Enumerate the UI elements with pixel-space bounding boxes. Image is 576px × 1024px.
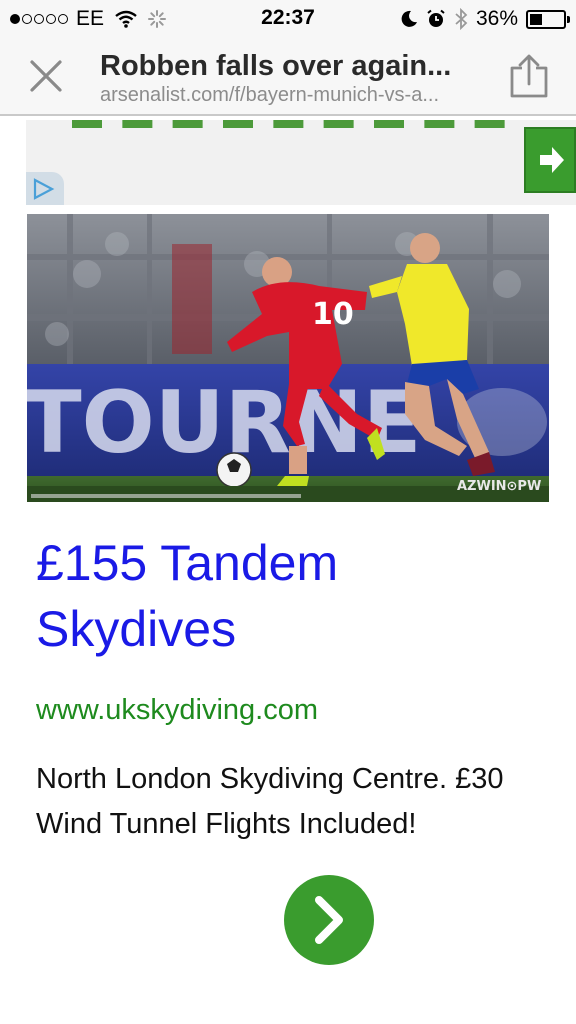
chevron-right-icon — [315, 896, 343, 944]
ad-headline[interactable]: £155 Tandem Skydives — [36, 530, 536, 662]
go-button[interactable] — [284, 875, 374, 965]
adchoices-icon[interactable] — [26, 172, 64, 205]
page-url[interactable]: arsenalist.com/f/bayern-munich-vs-a... — [100, 84, 490, 107]
status-bar: EE 22:37 36% — [0, 0, 576, 38]
football-scene: TOURNE 10 AZWIN⊙PW — [27, 214, 549, 502]
ad-arrow-button[interactable] — [524, 127, 576, 193]
battery-fill — [530, 13, 542, 25]
browser-header: Robben falls over again... arsenalist.co… — [0, 38, 576, 116]
watermark: AZWIN⊙PW — [457, 479, 541, 494]
ad-description: North London Skydiving Centre. £30 Wind … — [36, 763, 504, 840]
status-right: 36% — [392, 7, 570, 31]
battery-percent: 36% — [475, 7, 518, 30]
alarm-icon — [427, 9, 445, 27]
battery-icon — [526, 9, 570, 29]
ad-banner[interactable]: ▬ ▬ ▬ ▬ ▬ ▬ ▬ ▬ ▬ — [26, 120, 576, 205]
close-icon[interactable] — [28, 58, 64, 94]
ad-banner-cut-text: ▬ ▬ ▬ ▬ ▬ ▬ ▬ ▬ ▬ — [72, 120, 511, 136]
bluetooth-icon — [455, 8, 468, 30]
share-icon[interactable] — [508, 54, 550, 98]
football-gif-image[interactable]: TOURNE 10 AZWIN⊙PW — [27, 214, 549, 502]
arrow-right-icon — [540, 147, 564, 173]
moon-icon — [401, 10, 417, 27]
svg-text:10: 10 — [312, 297, 354, 332]
page-title: Robben falls over again... — [100, 50, 452, 82]
ad-display-url[interactable]: www.ukskydiving.com — [36, 694, 318, 727]
